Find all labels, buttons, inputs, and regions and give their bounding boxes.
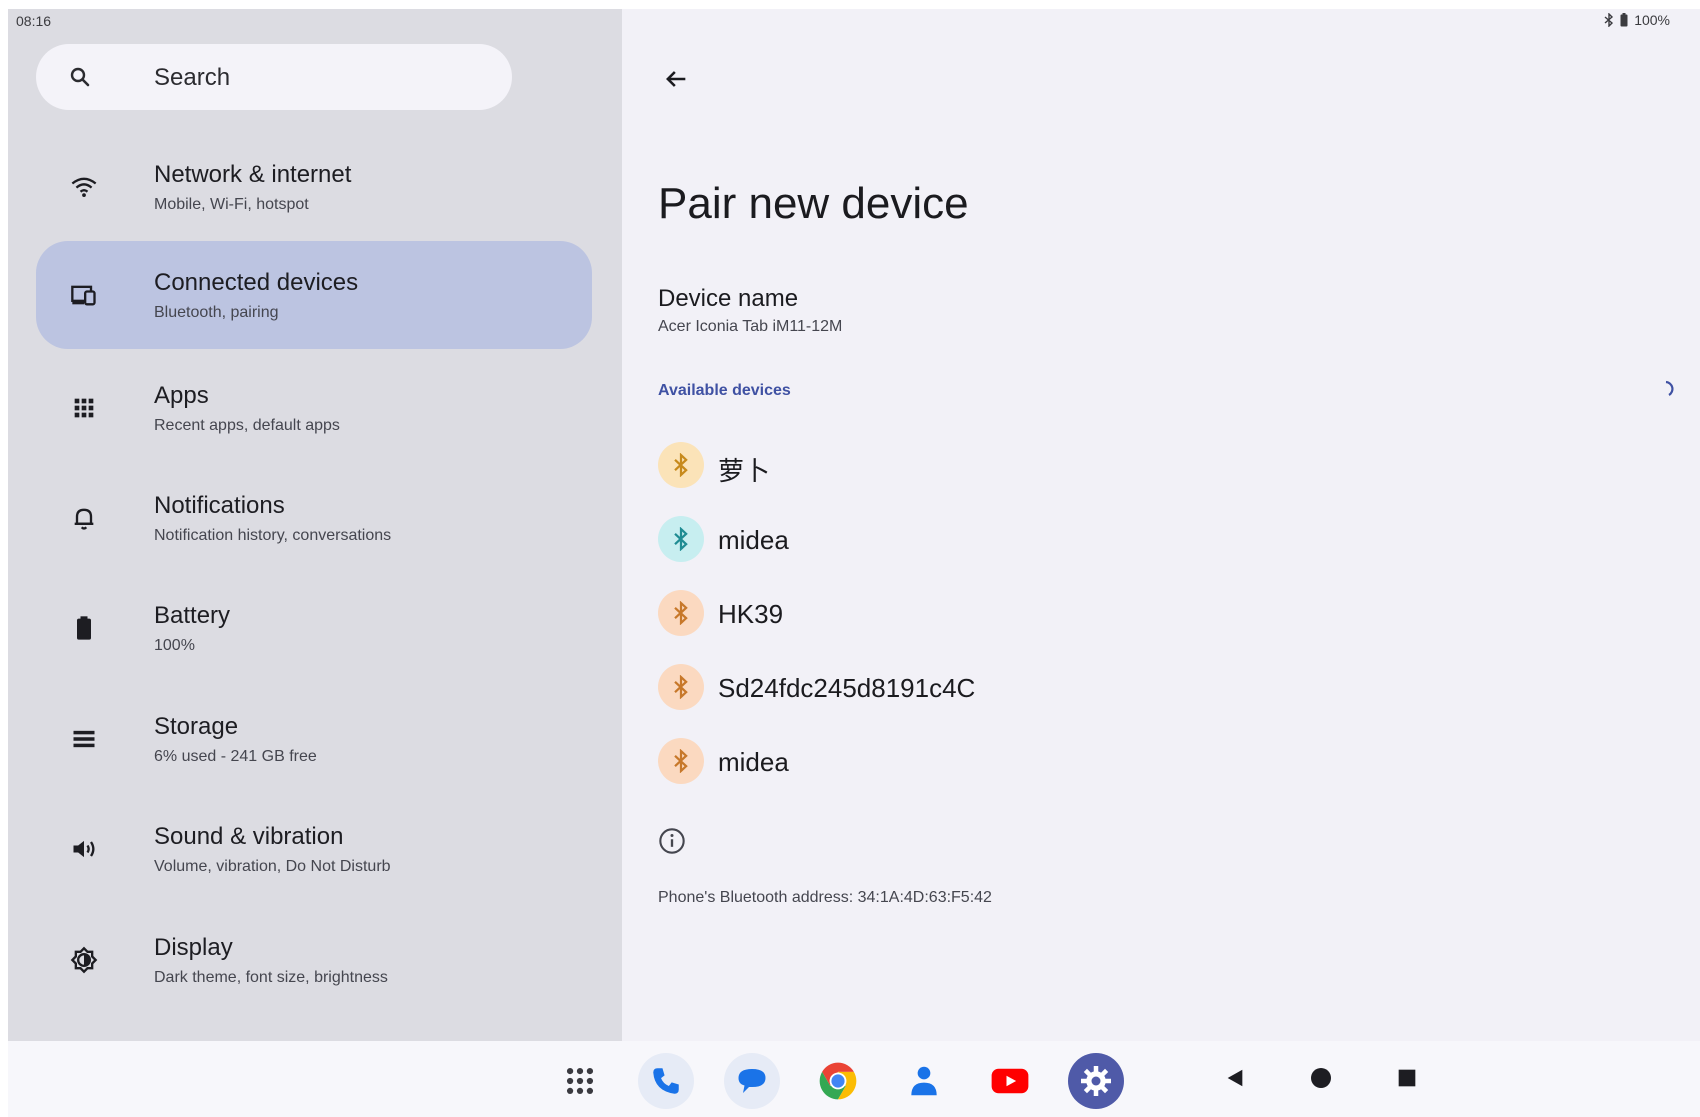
sidebar-item-network[interactable]: Network & internet Mobile, Wi-Fi, hotspo… [36,133,592,241]
wifi-icon [71,177,97,198]
screen: 08:16 Search Network & internet Mobile, … [8,9,1700,1117]
youtube-app-button[interactable] [982,1053,1038,1109]
detail-pane: 100% Pair new device Device name Acer Ic… [622,9,1700,1041]
scanning-spinner-icon [1665,380,1674,396]
contacts-icon [911,1066,937,1096]
back-button[interactable] [658,61,694,97]
sidebar-item-battery[interactable]: Battery 100% [36,574,592,682]
status-icons: 100% [1604,12,1670,28]
sidebar-item-title: Display [154,934,233,961]
sidebar-item-subtitle: Volume, vibration, Do Not Disturb [154,858,391,875]
sidebar-item-title: Storage [154,713,239,740]
apps-grid-icon [74,398,94,418]
chrome-icon [819,1062,857,1100]
bell-icon [74,508,94,530]
available-device-item[interactable]: HK39 [658,582,1358,646]
sidebar-item-subtitle: Mobile, Wi-Fi, hotspot [154,196,309,213]
home-nav-button[interactable] [1306,1063,1336,1093]
settings-icon [1081,1066,1111,1096]
device-name: Sd24fdc245d8191c4C [718,673,976,703]
battery-status-icon [1620,13,1628,27]
search-bar[interactable]: Search [36,44,512,110]
bluetooth-status-icon [1604,13,1614,27]
bluetooth-icon [658,590,704,636]
home-nav-icon [1311,1068,1331,1088]
contacts-app-button[interactable] [896,1053,952,1109]
battery-icon [77,616,91,640]
sidebar-item-title: Connected devices [154,269,359,296]
sidebar-item-apps[interactable]: Apps Recent apps, default apps [36,354,592,462]
sidebar-item-sound[interactable]: Sound & vibration Volume, vibration, Do … [36,795,592,903]
sidebar-item-title: Notifications [154,492,285,519]
device-name: HK39 [718,599,784,629]
available-device-item[interactable]: 萝卜 [658,434,1358,498]
sidebar-item-subtitle: Bluetooth, pairing [154,304,279,321]
settings-app-button[interactable] [1068,1053,1124,1109]
available-device-item[interactable]: midea [658,508,1358,572]
sidebar-item-subtitle: Recent apps, default apps [154,417,340,434]
chrome-app-button[interactable] [810,1053,866,1109]
sidebar-item-title: Sound & vibration [154,823,344,850]
sidebar-item-storage[interactable]: Storage 6% used - 241 GB free [36,685,592,793]
all-apps-button[interactable] [552,1053,608,1109]
back-nav-button[interactable] [1220,1063,1250,1093]
phone-app-button[interactable] [638,1053,694,1109]
device-name-label: Device name [658,285,799,312]
available-devices-header: Available devices [658,382,791,399]
device-name: midea [718,525,789,555]
messages-icon [738,1069,766,1093]
phone-icon [653,1068,679,1094]
display-icon [70,946,98,974]
sidebar-item-subtitle: 6% used - 241 GB free [154,748,317,765]
arrow-back-icon [666,71,686,87]
search-placeholder: Search [154,64,231,91]
back-nav-icon [1227,1069,1243,1087]
recents-nav-icon [1398,1069,1416,1087]
sidebar-item-notifications[interactable]: Notifications Notification history, conv… [36,464,592,572]
sidebar-item-display[interactable]: Display Dark theme, font size, brightnes… [36,906,592,1014]
device-name: midea [718,747,789,777]
sidebar-item-title: Network & internet [154,161,352,188]
available-device-item[interactable]: midea [658,730,1358,794]
bluetooth-address: Phone's Bluetooth address: 34:1A:4D:63:F… [658,889,992,906]
taskbar [8,1041,1700,1117]
bluetooth-icon [658,664,704,710]
storage-icon [73,730,95,748]
sidebar-item-title: Apps [154,382,209,409]
volume-icon [73,840,95,858]
sidebar-item-title: Battery [154,602,231,629]
bluetooth-icon [658,516,704,562]
status-time: 08:16 [16,13,52,29]
available-device-item[interactable]: Sd24fdc245d8191c4C [658,656,1358,720]
sidebar-item-subtitle: Dark theme, font size, brightness [154,969,388,986]
all-apps-icon [566,1067,594,1095]
messages-app-button[interactable] [724,1053,780,1109]
info-icon [659,828,685,854]
recents-nav-button[interactable] [1392,1063,1422,1093]
sidebar-item-connected-devices[interactable]: Connected devices Bluetooth, pairing [36,241,592,349]
bluetooth-icon [658,738,704,784]
youtube-icon [991,1068,1029,1094]
sidebar-item-subtitle: 100% [154,637,195,654]
battery-percent: 100% [1634,12,1670,28]
devices-icon [71,285,96,306]
page-title: Pair new device [658,179,969,228]
bluetooth-icon [658,442,704,488]
device-name: 萝卜 [718,456,771,486]
settings-sidebar: 08:16 Search Network & internet Mobile, … [8,9,622,1041]
device-name-value: Acer Iconia Tab iM11-12M [658,318,843,335]
search-icon [70,67,90,87]
sidebar-item-subtitle: Notification history, conversations [154,527,392,544]
